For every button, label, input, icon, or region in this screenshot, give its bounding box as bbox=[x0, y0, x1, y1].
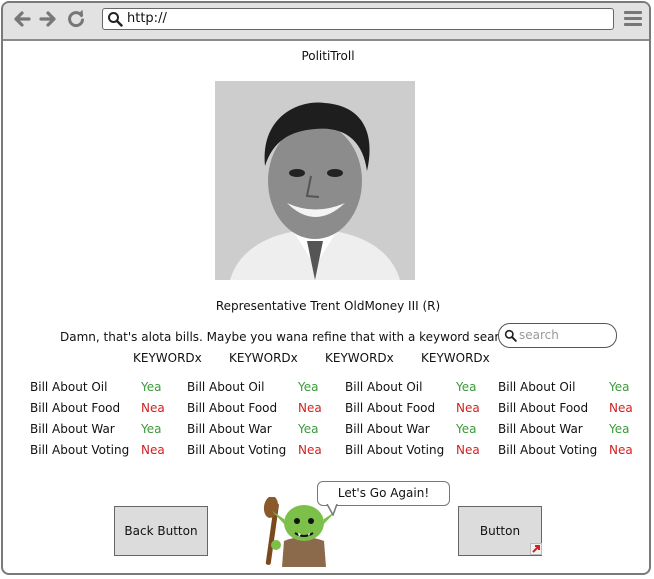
bill-name[interactable]: Bill About Voting bbox=[187, 443, 286, 457]
bill-name[interactable]: Bill About Voting bbox=[30, 443, 129, 457]
bill-name[interactable]: Bill About Oil bbox=[498, 380, 575, 394]
vote-status: Yea bbox=[609, 380, 630, 394]
vote-status: Yea bbox=[456, 422, 477, 436]
bill-name[interactable]: Bill About Food bbox=[187, 401, 277, 415]
speech-bubble: Let's Go Again! bbox=[317, 481, 450, 506]
search-icon bbox=[504, 329, 517, 342]
bill-name[interactable]: Bill About War bbox=[345, 422, 430, 436]
vote-status: Nea bbox=[456, 401, 480, 415]
keyword-link[interactable]: KEYWORDx bbox=[133, 351, 202, 365]
representative-name: Representative Trent OldMoney III (R) bbox=[215, 299, 441, 313]
vote-status: Yea bbox=[298, 380, 319, 394]
back-button[interactable]: Back Button bbox=[114, 506, 208, 556]
bill-name[interactable]: Bill About Oil bbox=[30, 380, 107, 394]
vote-status: Nea bbox=[141, 401, 165, 415]
vote-status: Nea bbox=[609, 443, 633, 457]
keyword-search-field[interactable] bbox=[498, 323, 617, 348]
vote-status: Nea bbox=[141, 443, 165, 457]
back-arrow-icon[interactable] bbox=[11, 9, 33, 31]
forward-arrow-icon[interactable] bbox=[37, 9, 59, 31]
bill-name[interactable]: Bill About War bbox=[498, 422, 583, 436]
bill-name[interactable]: Bill About Oil bbox=[187, 380, 264, 394]
keyword-link[interactable]: KEYWORDx bbox=[229, 351, 298, 365]
keyword-link[interactable]: KEYWORDx bbox=[325, 351, 394, 365]
bill-name[interactable]: Bill About Voting bbox=[345, 443, 444, 457]
speech-bubble-tail bbox=[326, 504, 338, 516]
vote-status: Yea bbox=[298, 422, 319, 436]
bill-name[interactable]: Bill About Food bbox=[30, 401, 120, 415]
vote-status: Yea bbox=[141, 380, 162, 394]
keyword-link[interactable]: KEYWORDx bbox=[421, 351, 490, 365]
vote-status: Nea bbox=[298, 401, 322, 415]
bill-name[interactable]: Bill About Voting bbox=[498, 443, 597, 457]
url-text: http:// bbox=[127, 11, 167, 26]
link-arrow-icon bbox=[530, 543, 542, 555]
vote-status: Yea bbox=[141, 422, 162, 436]
vote-status: Nea bbox=[609, 401, 633, 415]
vote-status: Nea bbox=[298, 443, 322, 457]
representative-portrait bbox=[215, 81, 415, 280]
bill-name[interactable]: Bill About Food bbox=[498, 401, 588, 415]
bill-name[interactable]: Bill About Oil bbox=[345, 380, 422, 394]
bill-name[interactable]: Bill About War bbox=[187, 422, 272, 436]
keyword-search-input[interactable] bbox=[519, 327, 611, 343]
browser-toolbar: http:// bbox=[3, 3, 649, 41]
bill-name[interactable]: Bill About War bbox=[30, 422, 115, 436]
search-icon bbox=[108, 12, 123, 27]
page-title: PolitiTroll bbox=[301, 49, 355, 63]
vote-status: Nea bbox=[456, 443, 480, 457]
bill-name[interactable]: Bill About Food bbox=[345, 401, 435, 415]
url-bar[interactable]: http:// bbox=[102, 8, 614, 30]
browser-window: http:// PolitiTroll Representative Trent… bbox=[1, 1, 651, 575]
reload-icon[interactable] bbox=[65, 9, 87, 31]
search-prompt: Damn, that's alota bills. Maybe you wana… bbox=[60, 330, 518, 344]
vote-status: Yea bbox=[609, 422, 630, 436]
hamburger-menu-icon[interactable] bbox=[624, 11, 642, 29]
vote-status: Yea bbox=[456, 380, 477, 394]
